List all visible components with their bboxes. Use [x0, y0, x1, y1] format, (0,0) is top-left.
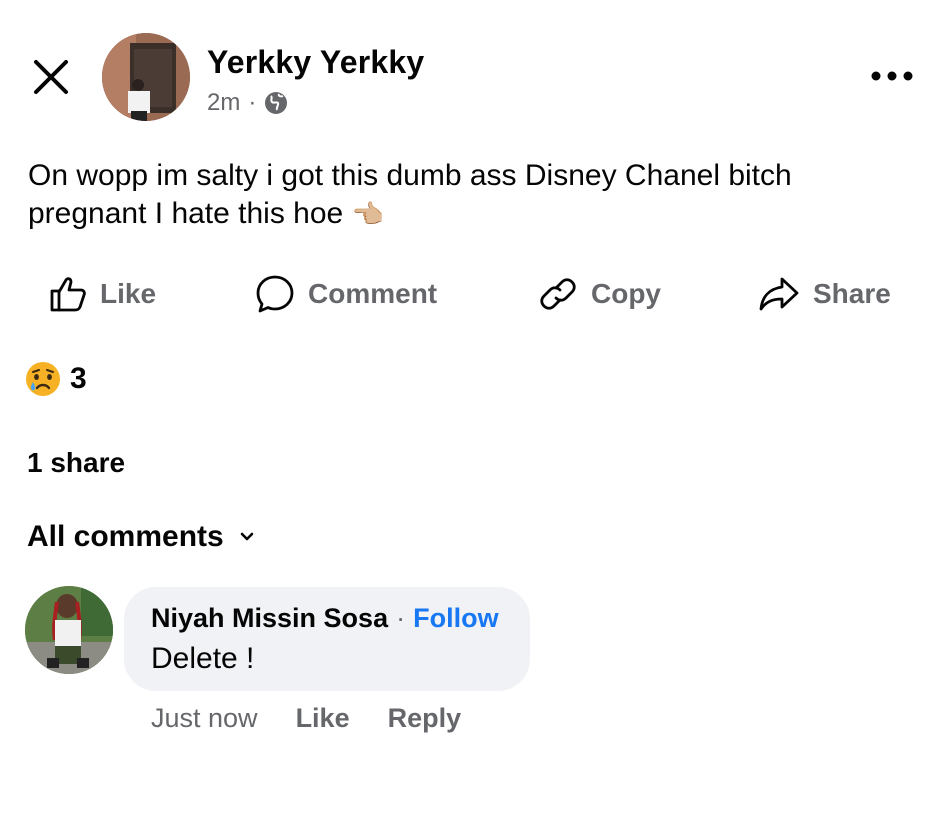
post-text-line-2: pregnant I hate this hoe 👈🏼 [28, 197, 384, 230]
meta-separator: · [248, 89, 257, 116]
close-button[interactable] [30, 56, 72, 98]
post-meta: 2m · [207, 89, 288, 117]
reactions-summary[interactable]: 3 [24, 360, 87, 398]
share-count[interactable]: 1 share [27, 447, 125, 479]
more-options-button[interactable] [868, 62, 916, 90]
comment-like-button[interactable]: Like [296, 703, 350, 734]
like-icon [50, 277, 86, 312]
share-icon [759, 277, 799, 311]
commenter-avatar[interactable] [25, 586, 113, 674]
like-label: Like [100, 278, 157, 309]
comment-button[interactable]: Comment [254, 268, 437, 320]
close-icon [34, 60, 68, 94]
comments-filter-dropdown[interactable]: All comments [27, 520, 254, 554]
post-text: On wopp im salty i got this dumb ass Dis… [28, 157, 908, 233]
comment-icon [256, 275, 294, 313]
comment-text: Delete ! [151, 642, 255, 675]
comment-meta: Just now Like Reply [151, 703, 461, 734]
post-text-line-1: On wopp im salty i got this dumb ass Dis… [28, 159, 792, 192]
author-avatar[interactable] [102, 33, 190, 121]
comment-reply-button[interactable]: Reply [388, 703, 462, 734]
comment-separator: · [396, 603, 406, 633]
comment-time[interactable]: Just now [151, 703, 258, 734]
copy-label: Copy [591, 278, 661, 309]
comment-header: Niyah Missin Sosa · Follow [151, 603, 499, 634]
share-button[interactable]: Share [757, 268, 891, 320]
copy-link-button[interactable]: Copy [537, 268, 661, 320]
more-icon [871, 71, 913, 81]
globe-icon [265, 92, 288, 114]
post-action-bar: Like Comment Copy Share [0, 268, 942, 320]
pointing-hand-emoji: 👈🏼 [351, 199, 384, 229]
comment-label: Comment [308, 278, 438, 309]
copy-link-icon [540, 278, 576, 310]
post-time[interactable]: 2m [207, 89, 240, 117]
share-label: Share [813, 278, 891, 309]
like-button[interactable]: Like [48, 268, 156, 320]
reaction-count: 3 [70, 362, 87, 395]
follow-button[interactable]: Follow [413, 603, 498, 634]
sad-reaction-icon [26, 362, 60, 396]
comments-filter-label: All comments [27, 520, 224, 553]
commenter-name[interactable]: Niyah Missin Sosa [151, 603, 388, 634]
chevron-down-icon [240, 532, 254, 541]
post-author-name[interactable]: Yerkky Yerkky [207, 44, 424, 81]
